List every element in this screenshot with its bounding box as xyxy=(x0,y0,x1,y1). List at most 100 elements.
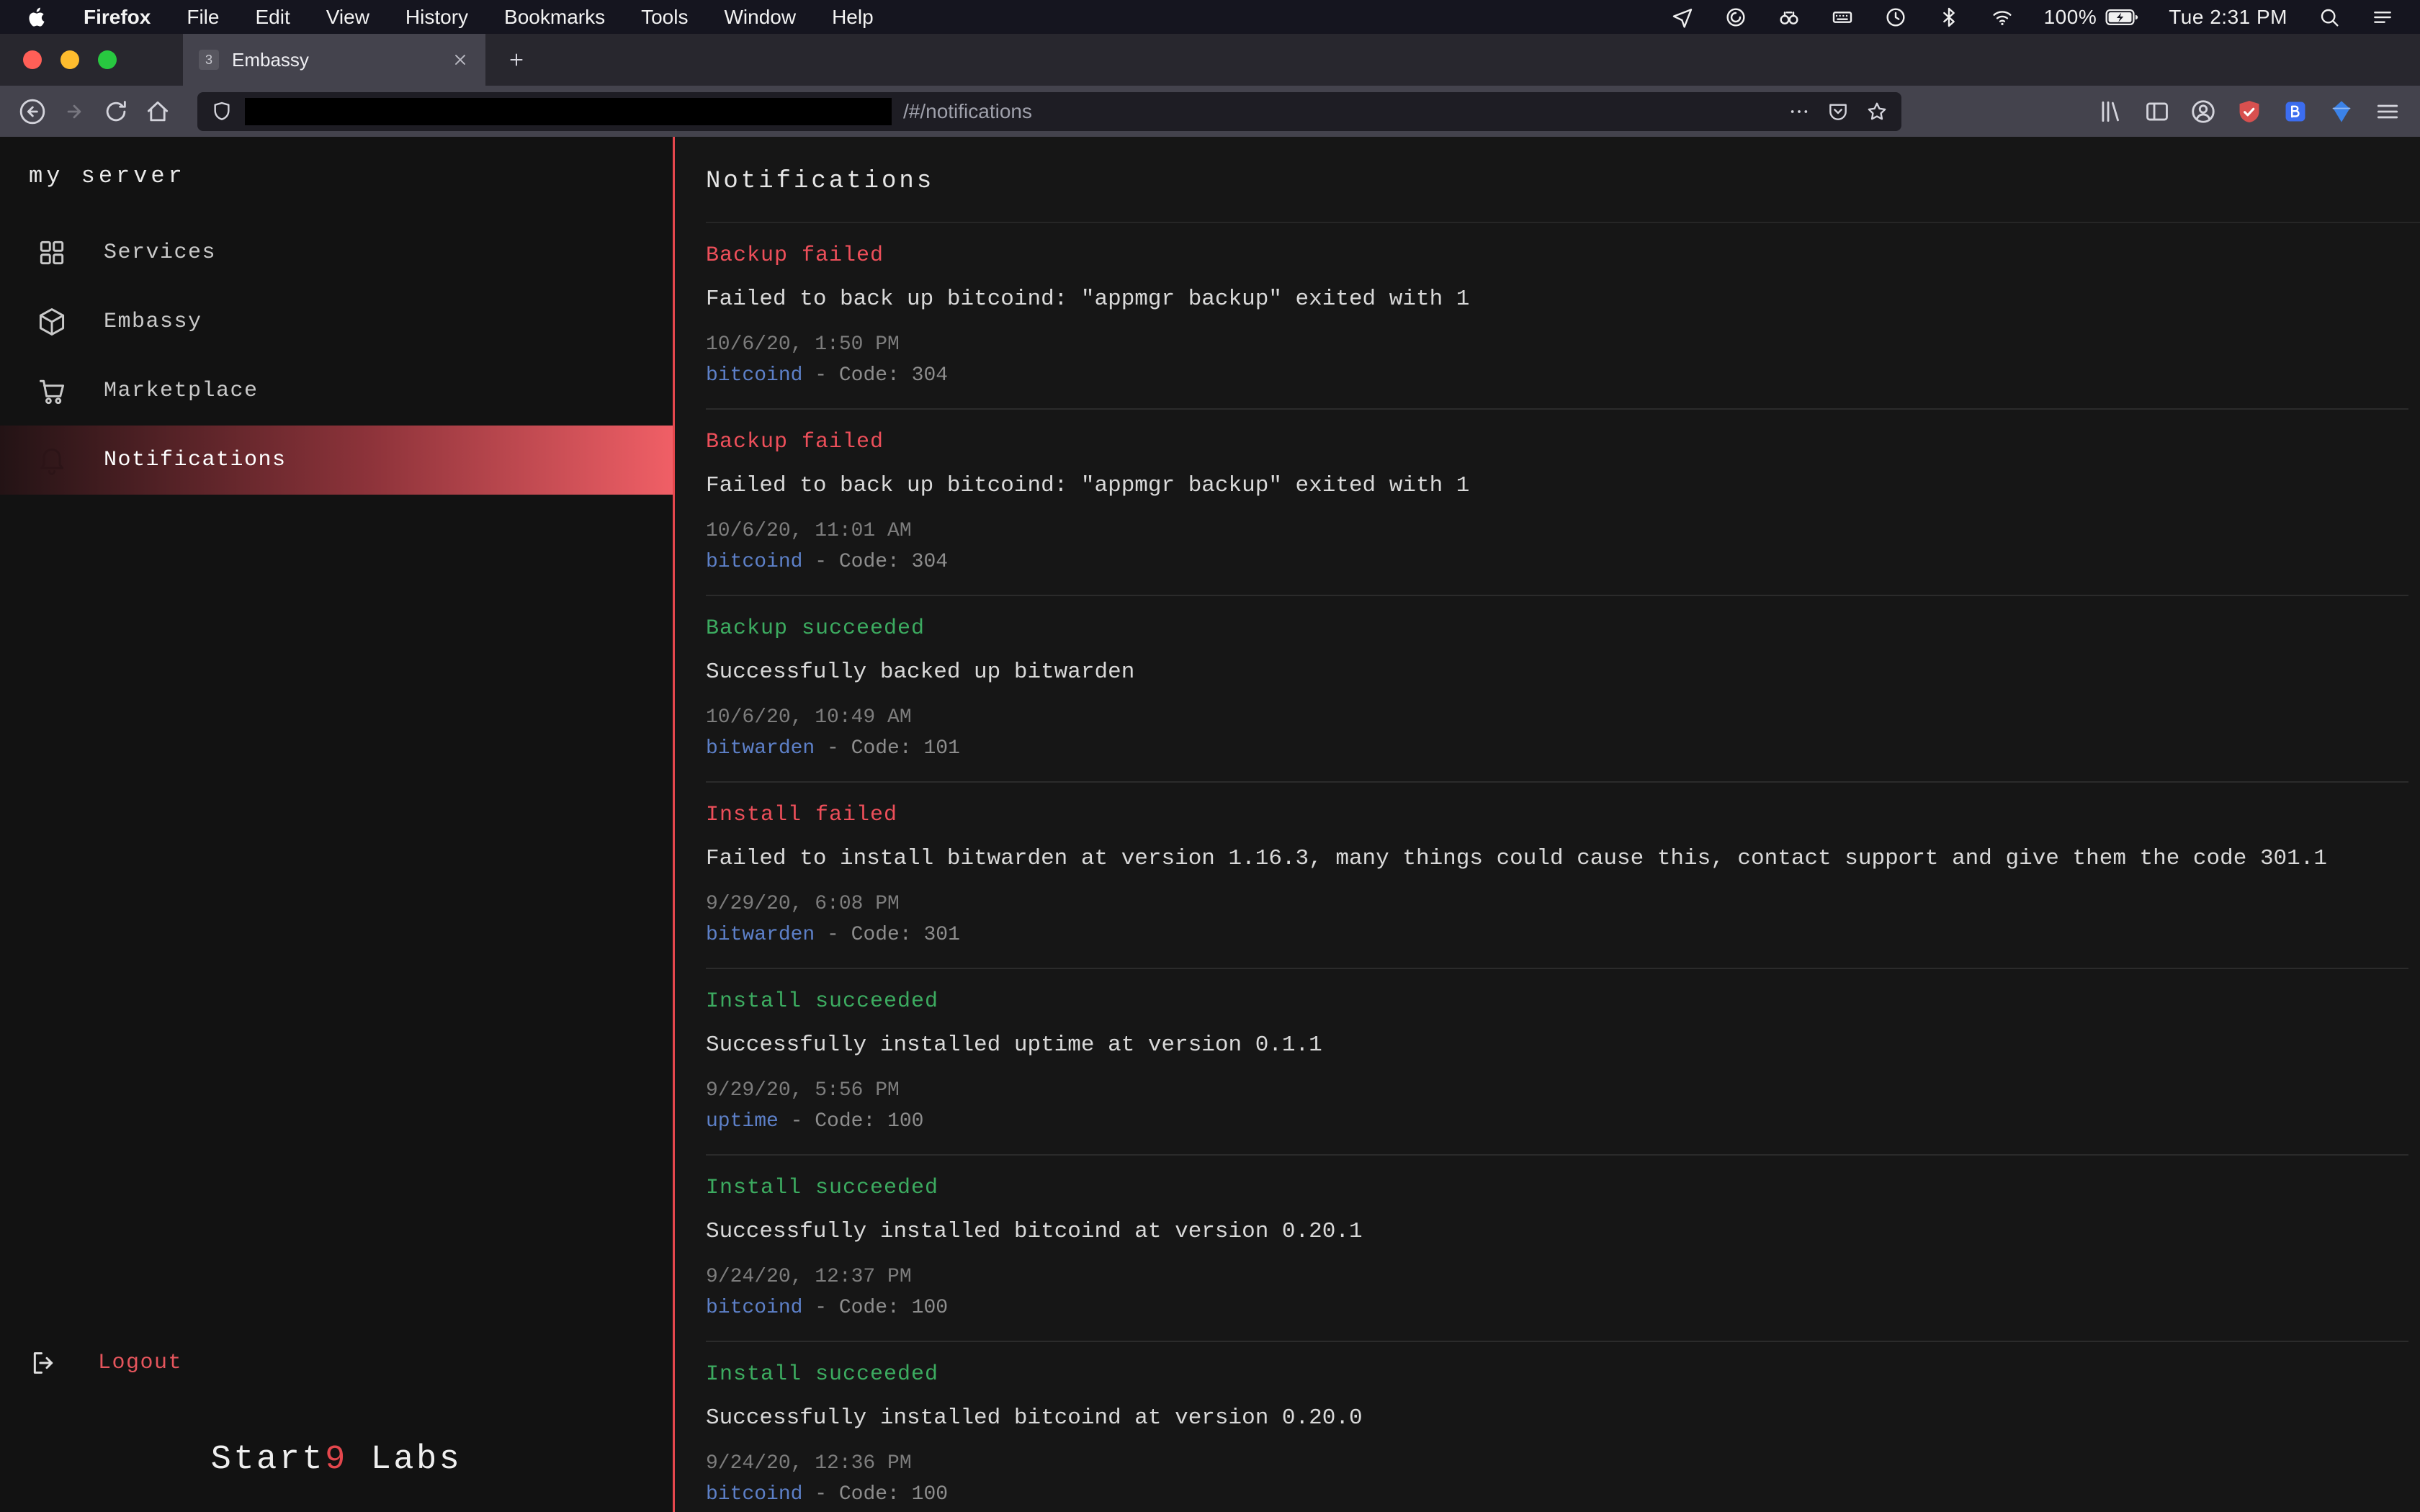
search-icon[interactable] xyxy=(2318,6,2341,29)
account-icon[interactable] xyxy=(2190,98,2217,125)
menubar-item[interactable]: View xyxy=(326,6,369,29)
brand-footer: Start9 Labs xyxy=(0,1440,673,1480)
keyboard-icon[interactable] xyxy=(1831,6,1854,29)
notification-timestamp: 9/29/20, 6:08 PM xyxy=(706,893,2408,915)
minimize-window-button[interactable] xyxy=(60,50,79,69)
tracking-shield-icon[interactable] xyxy=(210,100,233,123)
notification-service-link[interactable]: bitcoind xyxy=(706,364,802,387)
gem-extension-icon[interactable] xyxy=(2328,98,2355,125)
new-tab-button[interactable] xyxy=(507,50,526,69)
adblock-extension-icon[interactable] xyxy=(2236,98,2263,125)
menubar-item[interactable]: File xyxy=(187,6,219,29)
notification-service-link[interactable]: bitwarden xyxy=(706,737,815,760)
bookmark-star-icon[interactable] xyxy=(1865,100,1888,123)
notification-title: Install failed xyxy=(706,803,2408,827)
sidebar-toggle-icon[interactable] xyxy=(2143,98,2171,125)
notification-service-link[interactable]: uptime xyxy=(706,1110,779,1133)
menubar-item[interactable]: Help xyxy=(832,6,874,29)
notification-code: - Code: 301 xyxy=(827,924,960,946)
tab-close-icon[interactable] xyxy=(451,50,470,69)
urlbar-actions xyxy=(1788,100,1888,123)
notification-message: Successfully installed bitcoind at versi… xyxy=(706,1405,2408,1431)
notification-code-line: bitcoind - Code: 304 xyxy=(706,551,2408,573)
menubar-item[interactable]: Bookmarks xyxy=(504,6,605,29)
home-button[interactable] xyxy=(144,98,171,125)
battery-percentage: 100% xyxy=(2044,6,2097,29)
notification-item: Backup succeeded Successfully backed up … xyxy=(706,596,2408,783)
logout-icon xyxy=(29,1349,58,1377)
menubar-item[interactable]: Edit xyxy=(255,6,290,29)
browser-tab[interactable]: 3 Embassy xyxy=(183,34,485,86)
battery-status[interactable]: 100% xyxy=(2044,6,2139,29)
url-bar[interactable]: /#/notifications xyxy=(197,92,1901,131)
bluetooth-icon[interactable] xyxy=(1937,6,1960,29)
notification-item: Backup failed Failed to back up bitcoind… xyxy=(706,223,2408,410)
brand-post: Labs xyxy=(348,1441,462,1479)
cube-icon xyxy=(36,306,68,338)
notification-title: Install succeeded xyxy=(706,1362,2408,1387)
notification-list: Backup failed Failed to back up bitcoind… xyxy=(706,222,2420,1512)
wifi-icon[interactable] xyxy=(1991,6,2014,29)
notifications-page: Notifications Backup failed Failed to ba… xyxy=(677,137,2420,1512)
notification-center-icon[interactable] xyxy=(2371,6,2394,29)
notification-message: Successfully backed up bitwarden xyxy=(706,660,2408,685)
page-title: Notifications xyxy=(706,167,2420,196)
menubar-clock[interactable]: Tue 2:31 PM xyxy=(2169,6,2287,29)
notification-timestamp: 9/24/20, 12:37 PM xyxy=(706,1266,2408,1288)
notification-code: - Code: 100 xyxy=(815,1483,948,1506)
clock-icon[interactable] xyxy=(1884,6,1907,29)
forward-button[interactable] xyxy=(60,98,88,125)
logout-label: Logout xyxy=(98,1351,182,1375)
menubar-item[interactable]: Window xyxy=(724,6,796,29)
notification-service-link[interactable]: bitcoind xyxy=(706,1483,802,1506)
notification-title: Backup failed xyxy=(706,243,2408,268)
notification-timestamp: 10/6/20, 10:49 AM xyxy=(706,706,2408,729)
notification-item: Install failed Failed to install bitward… xyxy=(706,783,2408,969)
notification-service-link[interactable]: bitcoind xyxy=(706,551,802,573)
swirl-icon[interactable] xyxy=(1724,6,1747,29)
notification-timestamp: 10/6/20, 1:50 PM xyxy=(706,333,2408,356)
notification-code-line: uptime - Code: 100 xyxy=(706,1110,2408,1133)
back-button[interactable] xyxy=(19,98,46,125)
notification-timestamp: 10/6/20, 11:01 AM xyxy=(706,520,2408,542)
library-icon[interactable] xyxy=(2097,98,2125,125)
notification-message: Successfully installed uptime at version… xyxy=(706,1032,2408,1058)
notification-service-link[interactable]: bitcoind xyxy=(706,1297,802,1319)
hamburger-menu-icon[interactable] xyxy=(2374,98,2401,125)
battery-icon xyxy=(2105,9,2138,26)
notification-service-link[interactable]: bitwarden xyxy=(706,924,815,946)
menubar-item[interactable]: Firefox xyxy=(84,6,151,29)
sidebar-item-embassy[interactable]: Embassy xyxy=(0,287,673,356)
close-window-button[interactable] xyxy=(23,50,42,69)
notification-timestamp: 9/24/20, 12:36 PM xyxy=(706,1452,2408,1475)
url-path[interactable]: /#/notifications xyxy=(903,100,1032,123)
zoom-window-button[interactable] xyxy=(98,50,117,69)
sidebar-item-label: Services xyxy=(104,240,216,265)
menubar-item[interactable]: History xyxy=(405,6,468,29)
page-actions-icon[interactable] xyxy=(1788,100,1811,123)
notification-item: Install succeeded Successfully installed… xyxy=(706,969,2408,1156)
logout-button[interactable]: Logout xyxy=(0,1349,673,1377)
menubar-item[interactable]: Tools xyxy=(641,6,688,29)
bitwarden-extension-icon[interactable] xyxy=(2282,98,2309,125)
binoculars-icon[interactable] xyxy=(1778,6,1801,29)
bell-icon xyxy=(36,444,68,476)
menubar-status-area: 100% Tue 2:31 PM xyxy=(1671,6,2394,29)
pocket-icon[interactable] xyxy=(1827,100,1850,123)
sidebar-item-notifications[interactable]: Notifications xyxy=(0,426,673,495)
grid-icon xyxy=(36,237,68,269)
apple-icon[interactable] xyxy=(26,6,48,28)
notification-message: Failed to back up bitcoind: "appmgr back… xyxy=(706,473,2408,498)
sidebar-item-marketplace[interactable]: Marketplace xyxy=(0,356,673,426)
cart-icon xyxy=(36,375,68,407)
paper-plane-icon[interactable] xyxy=(1671,6,1694,29)
reload-button[interactable] xyxy=(102,98,130,125)
window-controls xyxy=(0,50,143,69)
notification-code: - Code: 304 xyxy=(815,364,948,387)
sidebar-item-services[interactable]: Services xyxy=(0,218,673,287)
notification-code: - Code: 304 xyxy=(815,551,948,573)
notification-message: Successfully installed bitcoind at versi… xyxy=(706,1219,2408,1244)
tab-title: Embassy xyxy=(232,49,438,71)
notification-title: Install succeeded xyxy=(706,1176,2408,1200)
menubar-left: Firefox File Edit View History Bookmarks Tools… xyxy=(26,6,874,29)
